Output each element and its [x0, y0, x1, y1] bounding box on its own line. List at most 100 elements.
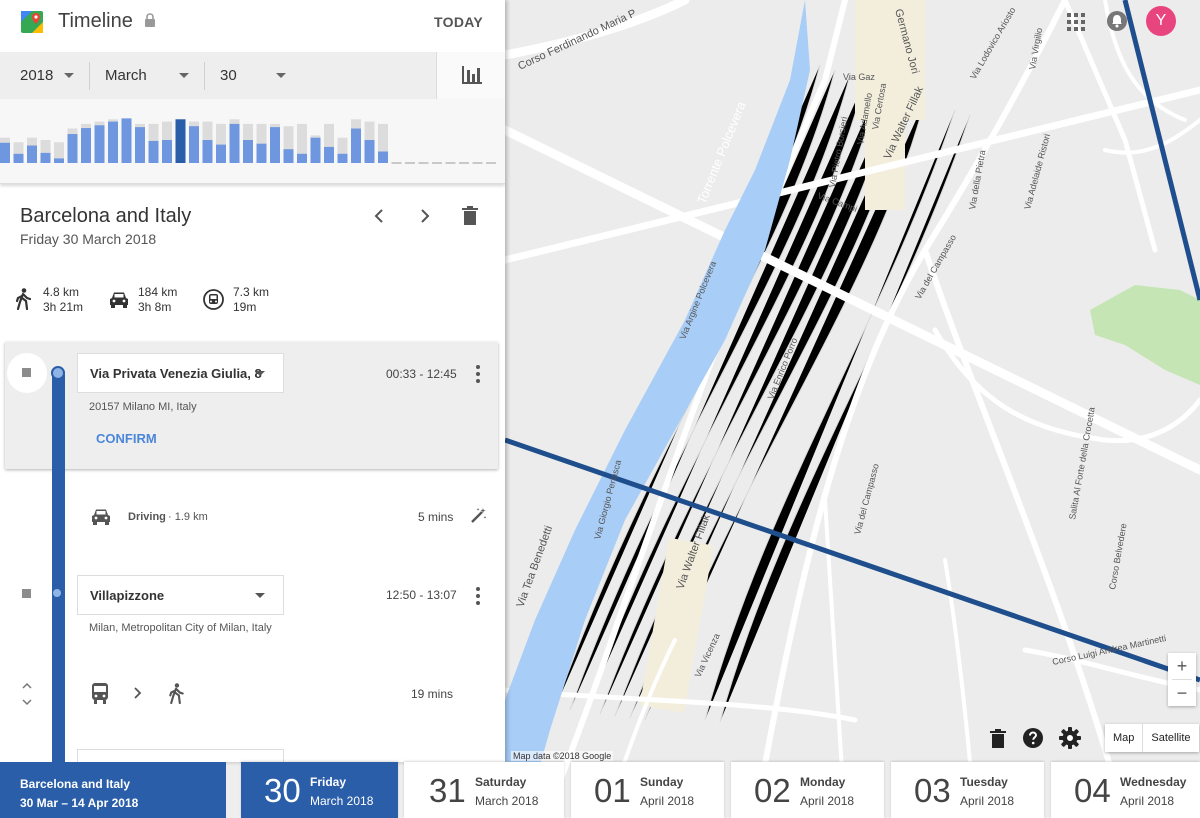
- header: Timeline TODAY: [0, 0, 505, 52]
- histogram-empty-day[interactable]: [391, 162, 402, 164]
- histogram-chart[interactable]: [0, 99, 505, 183]
- zoom-in-button[interactable]: +: [1168, 653, 1196, 679]
- histogram-bar[interactable]: [378, 151, 388, 164]
- histogram-bar[interactable]: [108, 121, 118, 163]
- histogram-bar[interactable]: [202, 140, 213, 163]
- histogram-bar[interactable]: [310, 137, 321, 163]
- walking-duration: 3h 21m: [43, 300, 84, 314]
- chevron-down-icon: [276, 73, 286, 78]
- chevron-right-icon[interactable]: [418, 206, 432, 226]
- more-options-icon[interactable]: [476, 587, 480, 608]
- stop-time: 12:50 - 13:07: [386, 588, 457, 602]
- walking-distance: 4.8 km: [43, 285, 80, 299]
- move-duration: 5 mins: [418, 510, 454, 524]
- map-canvas[interactable]: Torrente Polcevera Corso Ferdinando Mari…: [505, 0, 1200, 818]
- chevron-down-icon: [255, 371, 265, 376]
- histogram-empty-day[interactable]: [459, 162, 469, 164]
- histogram-bar[interactable]: [283, 149, 294, 163]
- histogram-empty-day[interactable]: [432, 162, 442, 164]
- histogram-bar[interactable]: [162, 140, 172, 163]
- transit-stat: 7.3 km 19m: [233, 285, 269, 315]
- settings-gear-icon[interactable]: [1059, 727, 1081, 749]
- zoom-control: + −: [1168, 653, 1196, 706]
- place-dropdown[interactable]: [77, 749, 284, 762]
- notifications-icon[interactable]: [1106, 10, 1128, 32]
- expand-collapse-icon[interactable]: [21, 681, 33, 707]
- histogram-bar[interactable]: [54, 158, 64, 163]
- street-label: Via Gaz: [843, 72, 875, 82]
- trip-range-tab[interactable]: Barcelona and Italy 30 Mar – 14 Apr 2018: [0, 762, 226, 818]
- zoom-out-button[interactable]: −: [1168, 680, 1196, 706]
- histogram-bar[interactable]: [175, 119, 186, 163]
- histogram-bar[interactable]: [121, 118, 132, 163]
- histogram-bar[interactable]: [364, 140, 375, 163]
- satellite-button[interactable]: Satellite: [1142, 724, 1198, 752]
- place-dropdown[interactable]: Via Privata Venezia Giulia, 8: [77, 353, 284, 393]
- day-tab-01[interactable]: 01 Sunday April 2018: [571, 762, 724, 818]
- bar-chart-icon: [462, 66, 482, 84]
- map-attribution: Map data ©2018 Google: [511, 751, 614, 761]
- move-distance: · 1.9 km: [168, 511, 208, 523]
- histogram-bar[interactable]: [229, 123, 240, 163]
- histogram-empty-day[interactable]: [418, 162, 429, 164]
- timeline-panel: Timeline TODAY 2018 March 30 Barcelona a…: [0, 0, 505, 762]
- today-button[interactable]: TODAY: [434, 14, 483, 30]
- histogram-bar[interactable]: [81, 128, 91, 163]
- day-number: 04: [1074, 772, 1111, 809]
- apps-grid-icon[interactable]: [1067, 13, 1085, 31]
- map-button[interactable]: Map: [1105, 724, 1142, 752]
- histogram-empty-day[interactable]: [445, 162, 456, 164]
- day-tab-31[interactable]: 31 Saturday March 2018: [404, 762, 564, 818]
- histogram-bar[interactable]: [297, 153, 307, 163]
- histogram-empty-day[interactable]: [486, 162, 496, 164]
- histogram-bar[interactable]: [67, 134, 78, 163]
- magic-wand-icon[interactable]: [470, 507, 487, 524]
- street-label: Via Vicenza: [693, 632, 722, 679]
- confirm-button[interactable]: CONFIRM: [96, 431, 157, 446]
- histogram-empty-day[interactable]: [405, 162, 415, 164]
- histogram-bar[interactable]: [351, 128, 361, 164]
- month-dropdown[interactable]: March: [105, 52, 200, 99]
- histogram-bar[interactable]: [135, 127, 145, 163]
- help-icon[interactable]: [1022, 727, 1044, 749]
- histogram-empty-day[interactable]: [472, 162, 483, 164]
- histogram-bar[interactable]: [324, 146, 334, 163]
- month-value: March: [105, 67, 147, 84]
- transit-distance: 7.3 km: [233, 285, 270, 299]
- activity-histogram[interactable]: [0, 99, 505, 184]
- histogram-bar[interactable]: [216, 144, 226, 163]
- histogram-bar[interactable]: [27, 145, 37, 163]
- histogram-bar[interactable]: [13, 153, 24, 163]
- day-dropdown[interactable]: 30: [220, 52, 295, 99]
- map[interactable]: Torrente Polcevera Corso Ferdinando Mari…: [505, 0, 1200, 818]
- chart-toggle-button[interactable]: [436, 52, 505, 99]
- street-label: Via Adelaide Ristori: [1022, 133, 1052, 211]
- chevron-left-icon[interactable]: [372, 206, 386, 226]
- car-icon: [110, 292, 128, 308]
- histogram-bar[interactable]: [256, 143, 267, 163]
- day-tab-04[interactable]: 04 Wednesday April 2018: [1051, 762, 1200, 818]
- more-options-icon[interactable]: [476, 365, 480, 386]
- stop-time: 00:33 - 12:45: [386, 367, 457, 381]
- histogram-bar[interactable]: [40, 152, 51, 163]
- stop-address: 20157 Milano MI, Italy: [89, 401, 197, 413]
- histogram-bar[interactable]: [270, 127, 280, 163]
- place-dropdown[interactable]: Villapizzone: [77, 575, 284, 615]
- day-tab-30[interactable]: 30 Friday March 2018: [241, 762, 398, 818]
- day-tab-02[interactable]: 02 Monday April 2018: [731, 762, 884, 818]
- day-strip: Barcelona and Italy 30 Mar – 14 Apr 2018…: [0, 762, 1200, 818]
- avatar[interactable]: Y: [1146, 6, 1176, 36]
- street-label: Via Lodovico Ariosto: [968, 6, 1017, 81]
- day-value: 30: [220, 67, 237, 84]
- histogram-bar[interactable]: [243, 140, 253, 163]
- trash-icon[interactable]: [990, 729, 1006, 748]
- histogram-bar[interactable]: [189, 126, 199, 163]
- histogram-bar[interactable]: [94, 125, 105, 163]
- timeline-node: [51, 366, 65, 380]
- histogram-bar[interactable]: [337, 153, 348, 163]
- histogram-bar[interactable]: [0, 142, 10, 163]
- histogram-bar[interactable]: [148, 140, 159, 163]
- year-dropdown[interactable]: 2018: [20, 52, 80, 99]
- day-tab-03[interactable]: 03 Tuesday April 2018: [891, 762, 1044, 818]
- trash-icon[interactable]: [462, 206, 478, 225]
